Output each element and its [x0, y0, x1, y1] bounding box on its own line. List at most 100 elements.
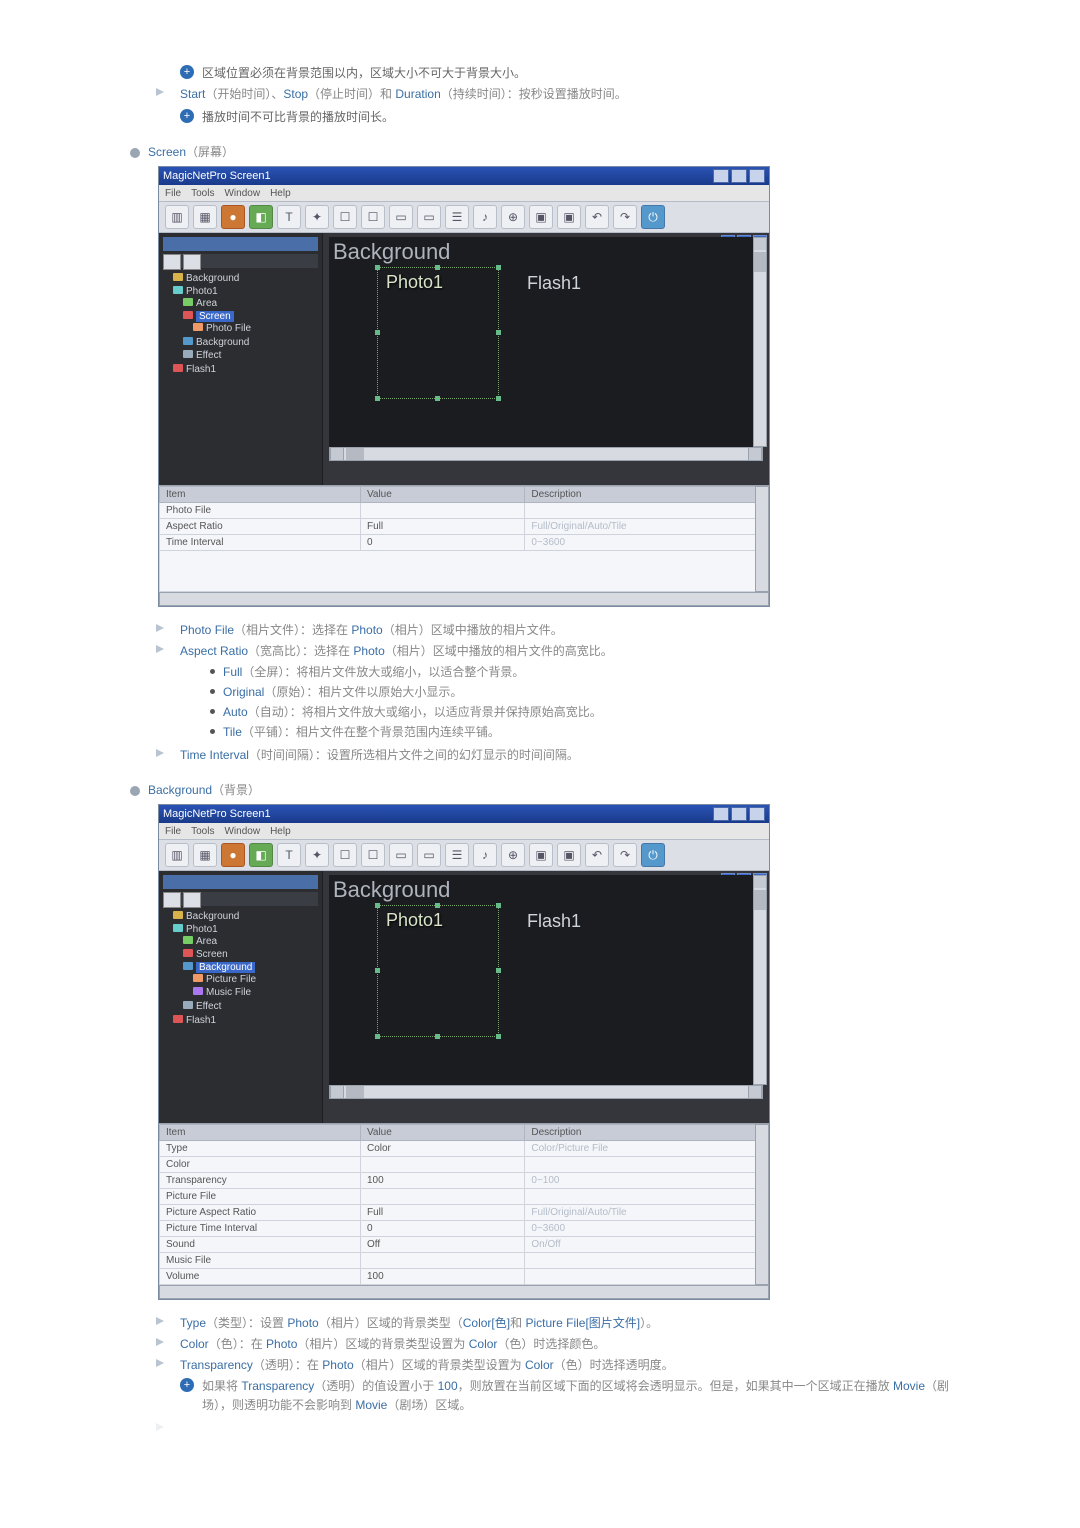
maximize-button[interactable] — [731, 169, 747, 183]
menu-item[interactable]: Help — [270, 188, 291, 199]
tool-button[interactable]: ● — [221, 843, 245, 867]
tree-item[interactable]: Background — [173, 910, 318, 923]
tool-button[interactable]: ⊕ — [501, 843, 525, 867]
tool-button[interactable]: ▥ — [165, 843, 189, 867]
tool-button[interactable]: ▭ — [417, 205, 441, 229]
tool-button[interactable]: ⏻ — [641, 843, 665, 867]
photo-zone[interactable]: Photo1 — [377, 267, 499, 399]
table-row[interactable]: Photo File — [160, 503, 769, 519]
tool-button[interactable]: ↶ — [585, 205, 609, 229]
tree-item[interactable]: ScreenPhoto File — [183, 310, 318, 336]
maximize-button[interactable] — [731, 807, 747, 821]
tree-item[interactable]: Background — [183, 336, 318, 349]
tool-button[interactable]: ✦ — [305, 205, 329, 229]
menu-item[interactable]: Window — [224, 188, 260, 199]
horizontal-scrollbar[interactable] — [329, 447, 763, 461]
prop-hscroll[interactable] — [159, 592, 769, 606]
tool-button[interactable]: ↷ — [613, 205, 637, 229]
tree-item[interactable]: Photo1AreaScreenPhoto FileBackgroundEffe… — [173, 285, 318, 363]
tool-button[interactable]: ✦ — [305, 843, 329, 867]
tool-button[interactable]: ▣ — [529, 205, 553, 229]
tool-button[interactable]: ☐ — [333, 843, 357, 867]
close-button[interactable] — [749, 169, 765, 183]
property-table: Item Value Description TypeColorColor/Pi… — [159, 1124, 769, 1285]
menu-item[interactable]: Help — [270, 826, 291, 837]
table-row[interactable]: TypeColorColor/Picture File — [160, 1141, 769, 1157]
tree-tabs[interactable] — [163, 892, 318, 906]
tool-button[interactable]: ☰ — [445, 205, 469, 229]
tool-button[interactable]: ◧ — [249, 205, 273, 229]
canvas-bg-label: Background — [333, 877, 450, 903]
vertical-scrollbar[interactable] — [753, 875, 767, 1085]
tool-button[interactable]: ☰ — [445, 843, 469, 867]
window-titlebar[interactable]: MagicNetPro Screen1 — [159, 805, 769, 823]
table-row[interactable]: Time Interval00~3600 — [160, 535, 769, 551]
table-row[interactable]: Aspect RatioFullFull/Original/Auto/Tile — [160, 519, 769, 535]
minimize-button[interactable] — [713, 169, 729, 183]
menu-item[interactable]: Tools — [191, 188, 214, 199]
tool-button[interactable]: ◧ — [249, 843, 273, 867]
tool-button[interactable]: ☐ — [333, 205, 357, 229]
tool-button[interactable]: ☐ — [361, 205, 385, 229]
vertical-scrollbar[interactable] — [753, 237, 767, 447]
tool-button[interactable]: ♪ — [473, 205, 497, 229]
tree-tabs[interactable] — [163, 254, 318, 268]
photo-zone[interactable]: Photo1 — [377, 905, 499, 1037]
prop-vscroll[interactable] — [755, 1124, 769, 1285]
tool-button[interactable]: ↷ — [613, 843, 637, 867]
tree-item[interactable]: Music File — [193, 986, 318, 999]
tool-button[interactable]: ♪ — [473, 843, 497, 867]
tree-item[interactable]: Effect — [183, 349, 318, 362]
tool-button[interactable]: ▭ — [389, 843, 413, 867]
tool-button[interactable]: ▦ — [193, 205, 217, 229]
tool-button[interactable]: ▣ — [557, 843, 581, 867]
tree-item-label: Music File — [206, 987, 251, 998]
tool-button[interactable]: ▭ — [389, 205, 413, 229]
tree-item[interactable]: Photo File — [193, 322, 318, 335]
menu-item[interactable]: File — [165, 826, 181, 837]
table-row[interactable]: Picture Aspect RatioFullFull/Original/Au… — [160, 1205, 769, 1221]
tool-button[interactable]: ⏻ — [641, 205, 665, 229]
tool-button[interactable]: ▣ — [557, 205, 581, 229]
table-row[interactable]: Color — [160, 1157, 769, 1173]
prop-hscroll[interactable] — [159, 1285, 769, 1299]
minimize-button[interactable] — [713, 807, 729, 821]
menu-bar[interactable]: File Tools Window Help — [159, 823, 769, 839]
tool-button[interactable]: T — [277, 205, 301, 229]
horizontal-scrollbar[interactable] — [329, 1085, 763, 1099]
table-row[interactable]: Transparency1000~100 — [160, 1173, 769, 1189]
tool-button[interactable]: ● — [221, 205, 245, 229]
tree-item[interactable]: Photo1AreaScreenBackgroundPicture FileMu… — [173, 923, 318, 1014]
tool-button[interactable]: ▦ — [193, 843, 217, 867]
close-button[interactable] — [749, 807, 765, 821]
menu-bar[interactable]: File Tools Window Help — [159, 185, 769, 201]
tree-item[interactable]: Flash1 — [173, 363, 318, 376]
table-row[interactable]: SoundOffOn/Off — [160, 1237, 769, 1253]
table-row[interactable]: Volume100 — [160, 1269, 769, 1285]
tool-button[interactable]: T — [277, 843, 301, 867]
tree-item[interactable]: Screen — [183, 948, 318, 961]
table-row[interactable]: Picture File — [160, 1189, 769, 1205]
bullet-icon — [210, 729, 215, 734]
tree-item[interactable]: Area — [183, 935, 318, 948]
arrow-icon — [156, 1338, 172, 1346]
tree-item[interactable]: BackgroundPicture FileMusic File — [183, 961, 318, 1000]
menu-item[interactable]: Window — [224, 826, 260, 837]
tree-item[interactable]: Effect — [183, 1000, 318, 1013]
tree-item[interactable]: Background — [173, 272, 318, 285]
tool-button[interactable]: ☐ — [361, 843, 385, 867]
tool-button[interactable]: ▣ — [529, 843, 553, 867]
prop-vscroll[interactable] — [755, 486, 769, 592]
tree-item[interactable]: Flash1 — [173, 1014, 318, 1027]
tool-button[interactable]: ↶ — [585, 843, 609, 867]
tool-button[interactable]: ⊕ — [501, 205, 525, 229]
tree-item[interactable]: Picture File — [193, 973, 318, 986]
tool-button[interactable]: ▭ — [417, 843, 441, 867]
menu-item[interactable]: Tools — [191, 826, 214, 837]
table-row[interactable]: Music File — [160, 1253, 769, 1269]
menu-item[interactable]: File — [165, 188, 181, 199]
window-titlebar[interactable]: MagicNetPro Screen1 — [159, 167, 769, 185]
table-row[interactable]: Picture Time Interval00~3600 — [160, 1221, 769, 1237]
tree-item[interactable]: Area — [183, 297, 318, 310]
tool-button[interactable]: ▥ — [165, 205, 189, 229]
